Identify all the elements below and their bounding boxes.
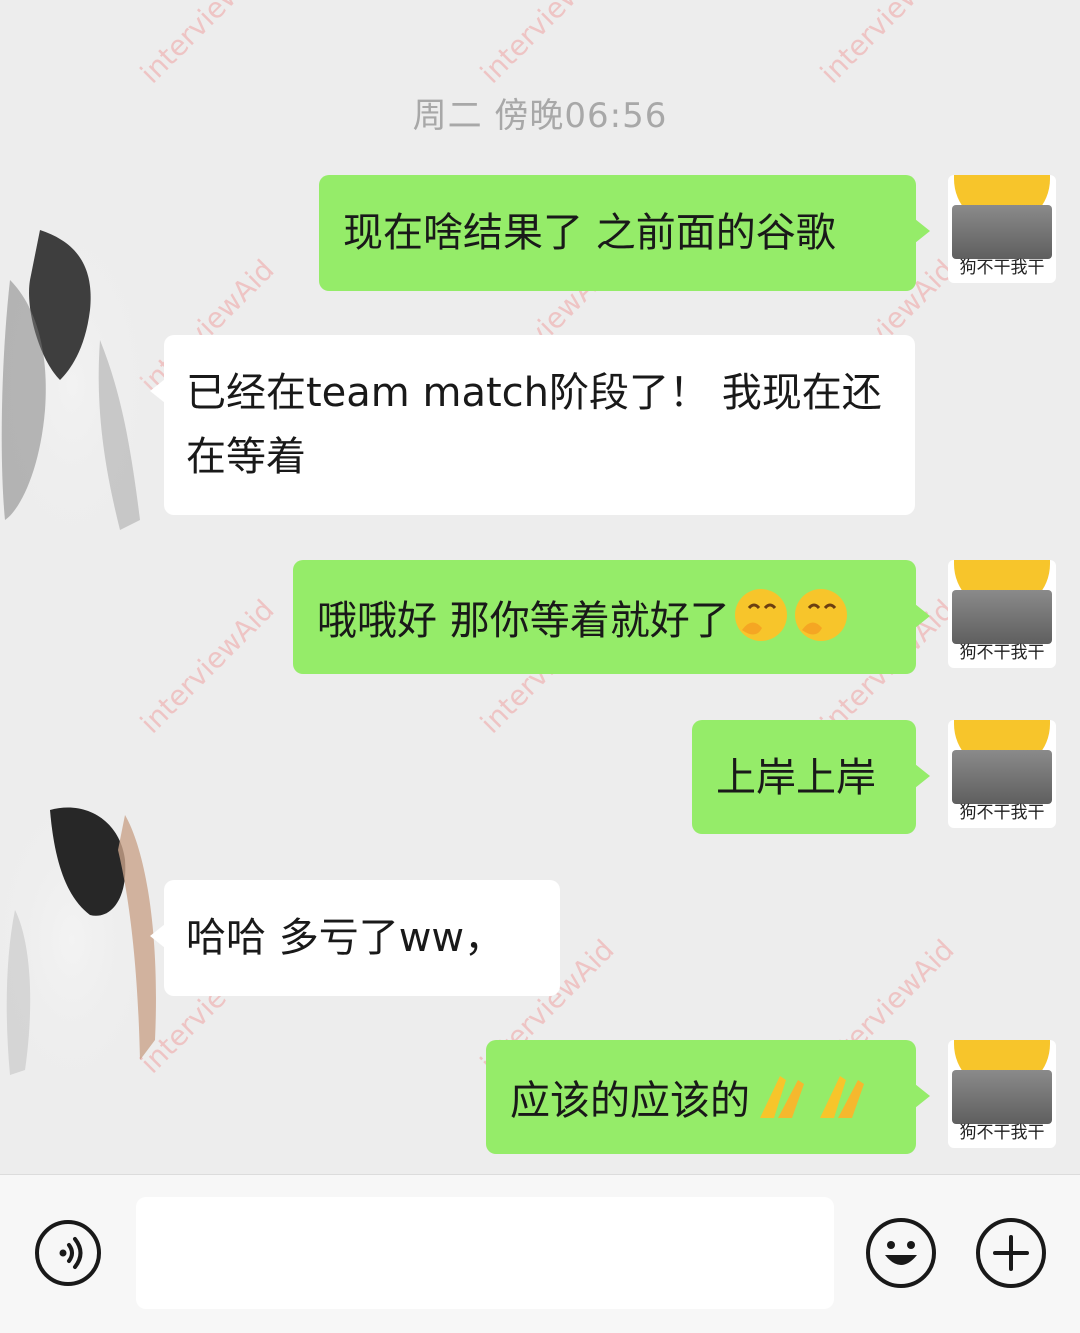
message-text: 现在啥结果了 之前面的谷歌 [343,210,836,256]
plus-button[interactable] [976,1218,1046,1288]
message-text: 应该的应该的 [510,1078,750,1124]
message-text: 哦哦好 那你等着就好了 [317,598,730,644]
plus-icon [993,1235,1029,1271]
laptop-icon [952,205,1052,259]
my-avatar[interactable]: 狗不干我干 [948,720,1056,828]
voice-icon [59,1237,83,1269]
praying-hands-emoji-icon [820,1076,864,1118]
message-text: 上岸上岸 [716,755,876,801]
outgoing-message[interactable]: 哦哦好 那你等着就好了 [293,560,930,674]
contact-avatar[interactable] [0,790,160,1090]
avatar-caption: 狗不干我干 [959,258,1045,278]
message-input[interactable] [136,1197,834,1309]
voice-button[interactable] [35,1220,101,1286]
outgoing-message[interactable]: 上岸上岸 [692,720,930,834]
chat-timestamp: 周二 傍晚06:56 [412,96,668,136]
praying-hands-emoji-icon [760,1076,804,1118]
avatar-caption: 狗不干我干 [959,643,1045,663]
incoming-message[interactable]: 已经在team match阶段了！ 我现在还在等着 [150,335,915,515]
outgoing-message[interactable]: 现在啥结果了 之前面的谷歌 [319,175,930,291]
chat-input-bar [0,1174,1080,1333]
outgoing-message[interactable]: 应该的应该的 [486,1040,930,1154]
watermark: interviewAid [133,0,281,90]
my-avatar[interactable]: 狗不干我干 [948,175,1056,283]
avatar-caption: 狗不干我干 [959,803,1045,823]
message-text: 哈哈 多亏了ww， [186,915,505,961]
hand-over-mouth-emoji-icon [794,589,847,641]
avatar-caption: 狗不干我干 [959,1123,1045,1143]
watermark: interviewAid [813,0,961,90]
contact-avatar[interactable] [0,220,160,550]
message-text: 已经在team match阶段了！ 我现在还在等着 [186,370,882,480]
watermark: interviewAid [133,593,281,740]
laptop-icon [952,1070,1052,1124]
hand-over-mouth-emoji-icon [734,589,787,641]
incoming-message[interactable]: 哈哈 多亏了ww， [150,880,560,996]
laptop-icon [952,590,1052,644]
emoji-button[interactable] [866,1218,936,1288]
my-avatar[interactable]: 狗不干我干 [948,1040,1056,1148]
emoji-smile-icon [885,1241,917,1265]
laptop-icon [952,750,1052,804]
my-avatar[interactable]: 狗不干我干 [948,560,1056,668]
watermark: interviewAid [473,0,621,90]
